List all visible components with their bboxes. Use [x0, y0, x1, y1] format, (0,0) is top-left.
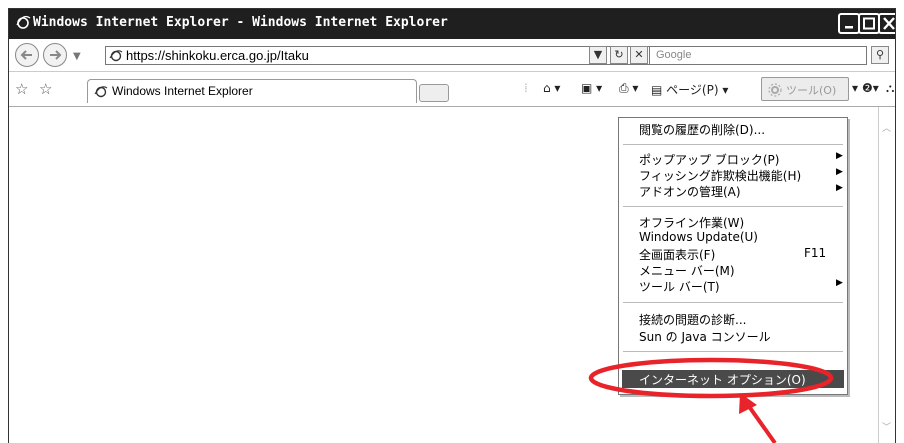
- pointer-arrow-line: [746, 403, 777, 443]
- annotation-overlay: [588, 357, 834, 443]
- highlight-ellipse: [588, 357, 834, 399]
